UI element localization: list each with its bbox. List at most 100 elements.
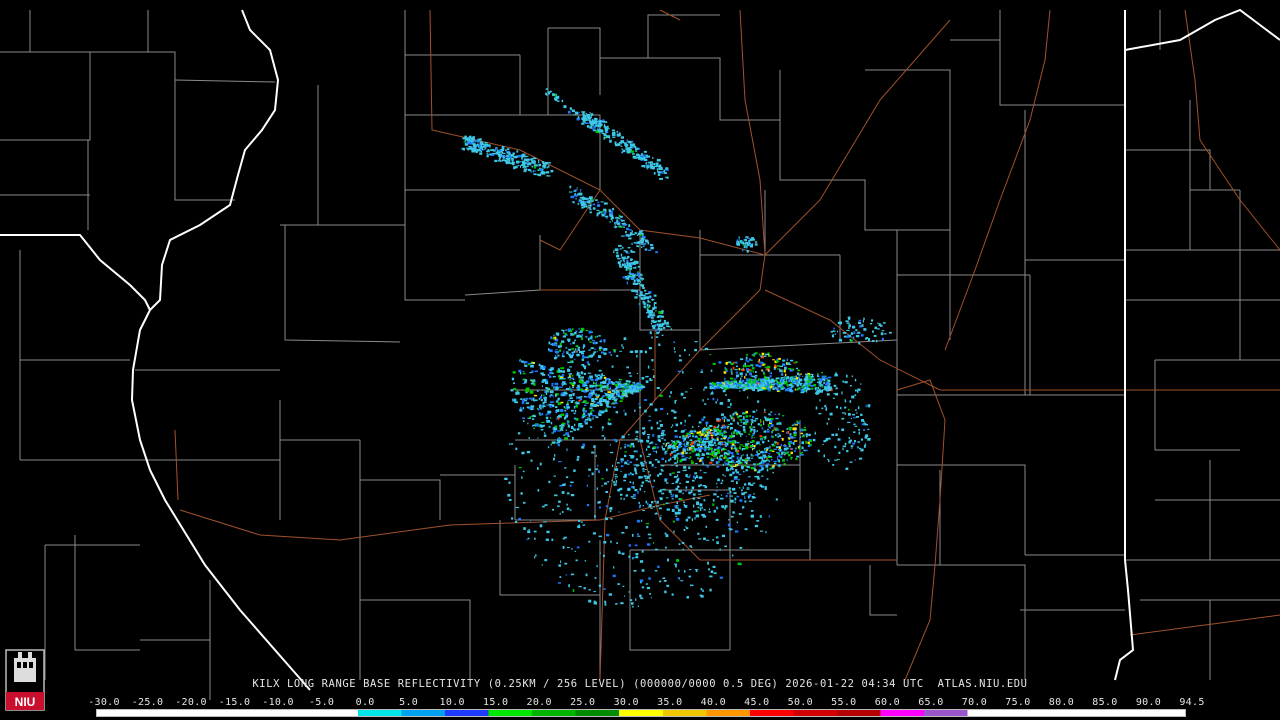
echo-pixel <box>543 401 547 403</box>
county-line <box>1125 149 1211 190</box>
echo-pixel <box>650 441 654 444</box>
echo-pixel <box>642 468 645 470</box>
echo-pixel <box>678 354 682 357</box>
echo-pixel <box>629 461 632 464</box>
echo-pixel <box>586 114 590 117</box>
echo-pixel <box>774 413 777 415</box>
echo-pixel <box>519 161 522 163</box>
echo-pixel <box>788 446 791 448</box>
echo-pixel <box>578 331 582 333</box>
echo-pixel <box>591 199 594 201</box>
echo-pixel <box>560 560 562 564</box>
echo-pixel <box>558 374 560 378</box>
echo-pixel <box>803 378 808 381</box>
echo-pixel <box>889 331 892 334</box>
echo-pixel <box>698 421 702 424</box>
echo-pixel <box>559 386 563 388</box>
echo-pixel <box>697 532 700 535</box>
echo-pixel <box>594 335 596 339</box>
echo-pixel <box>677 474 679 478</box>
echo-pixel <box>585 422 588 425</box>
echo-pixel <box>505 157 509 159</box>
echo-pixel <box>640 291 643 294</box>
colorbar-label: 85.0 <box>1092 697 1118 708</box>
echo-pixel <box>759 449 761 452</box>
echo-pixel <box>877 328 880 330</box>
echo-pixel <box>666 584 670 587</box>
echo-pixel <box>658 439 661 443</box>
echo-pixel <box>649 310 654 314</box>
echo-pixel <box>566 351 569 355</box>
echo-pixel <box>834 374 838 377</box>
echo-pixel <box>588 202 590 204</box>
echo-pixel <box>716 432 720 435</box>
echo-pixel <box>566 403 569 406</box>
echo-pixel <box>565 347 568 349</box>
echo-pixel <box>696 503 699 505</box>
echo-pixel <box>628 272 631 275</box>
echo-pixel <box>798 378 803 382</box>
echo-pixel <box>807 372 810 375</box>
echo-pixel <box>730 422 733 425</box>
echo-pixel <box>734 530 739 533</box>
echo-pixel <box>699 507 702 509</box>
echo-pixel <box>554 494 558 497</box>
echo-pixel <box>727 463 730 466</box>
echo-pixel <box>716 440 719 442</box>
echo-pixel <box>565 429 567 431</box>
echo-pixel <box>561 382 563 385</box>
echo-pixel <box>775 377 780 380</box>
echo-pixel <box>743 413 747 415</box>
echo-pixel <box>579 199 583 201</box>
echo-pixel <box>737 423 739 425</box>
echo-pixel <box>685 480 689 483</box>
echo-pixel <box>742 416 745 419</box>
echo-pixel <box>787 362 791 365</box>
echo-pixel <box>799 437 801 440</box>
echo-pixel <box>592 203 596 206</box>
echo-pixel <box>838 451 841 454</box>
echo-pixel <box>737 459 741 463</box>
echo-pixel <box>776 388 780 391</box>
echo-pixel <box>695 449 697 452</box>
echo-pixel <box>570 109 573 111</box>
echo-pixel <box>716 495 720 498</box>
echo-pixel <box>773 366 777 368</box>
echo-pixel <box>748 500 753 502</box>
echo-pixel <box>575 112 579 115</box>
echo-pixel <box>725 380 727 383</box>
echo-pixel <box>590 354 594 357</box>
echo-pixel <box>583 587 586 590</box>
echo-pixel <box>719 548 721 551</box>
echo-pixel <box>570 196 575 199</box>
county-line <box>405 55 521 116</box>
echo-pixel <box>695 570 698 573</box>
echo-pixel <box>756 441 760 445</box>
echo-pixel <box>702 485 706 487</box>
echo-pixel <box>818 384 821 387</box>
echo-pixel <box>680 422 683 425</box>
echo-pixel <box>695 510 699 512</box>
echo-pixel <box>661 457 664 460</box>
echo-pixel <box>608 593 612 596</box>
echo-pixel <box>605 491 609 493</box>
echo-pixel <box>635 242 638 245</box>
echo-pixel <box>632 486 635 489</box>
echo-pixel <box>659 580 662 583</box>
colorbar-label: 70.0 <box>961 697 988 708</box>
echo-pixel <box>550 421 553 425</box>
echo-pixel <box>651 336 653 339</box>
echo-pixel <box>649 593 651 595</box>
echo-pixel <box>623 337 627 341</box>
echo-pixel <box>677 440 680 444</box>
echo-pixel <box>780 379 784 383</box>
echo-pixel <box>743 491 747 494</box>
echo-pixel <box>575 198 577 200</box>
echo-pixel <box>522 163 524 166</box>
echo-pixel <box>669 473 672 476</box>
echo-pixel <box>601 123 603 125</box>
echo-pixel <box>847 408 850 411</box>
echo-pixel <box>548 165 550 168</box>
echo-pixel <box>557 397 560 401</box>
echo-pixel <box>641 297 645 300</box>
